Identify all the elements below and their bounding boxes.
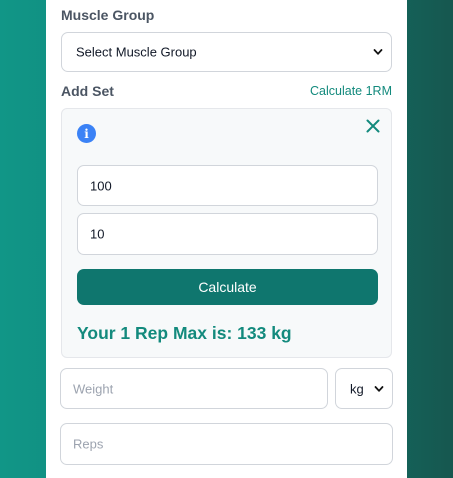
calculate-1rm-link[interactable]: Calculate 1RM [310, 84, 392, 98]
weight-unit-value: kg [350, 381, 364, 396]
one-rep-max-result: Your 1 Rep Max is: 133 kg [77, 323, 292, 343]
set-reps-input[interactable]: Reps [60, 423, 393, 465]
workout-form-panel: Muscle Group Select Muscle Group Add Set… [46, 0, 407, 478]
calculate-button[interactable]: Calculate [77, 269, 378, 305]
set-weight-placeholder: Weight [73, 381, 114, 396]
add-set-label: Add Set [61, 83, 114, 99]
muscle-group-label: Muscle Group [61, 7, 155, 23]
calc-weight-input[interactable]: 100 [77, 165, 378, 206]
calc-weight-value: 100 [90, 178, 112, 193]
chevron-down-icon [373, 49, 383, 55]
muscle-group-select[interactable]: Select Muscle Group [61, 32, 392, 72]
calc-reps-value: 10 [90, 226, 105, 242]
chevron-down-icon [374, 385, 384, 392]
one-rep-max-calculator: i 100 10 Calculate Your 1 Rep Max is: 13… [61, 108, 392, 358]
set-weight-input[interactable]: Weight [60, 368, 328, 409]
calc-reps-input[interactable]: 10 [77, 213, 378, 255]
info-icon: i [77, 124, 96, 143]
muscle-group-select-value: Select Muscle Group [76, 44, 197, 60]
weight-unit-select[interactable]: kg [335, 368, 393, 409]
close-icon[interactable] [366, 119, 380, 133]
set-reps-placeholder: Reps [73, 436, 104, 452]
